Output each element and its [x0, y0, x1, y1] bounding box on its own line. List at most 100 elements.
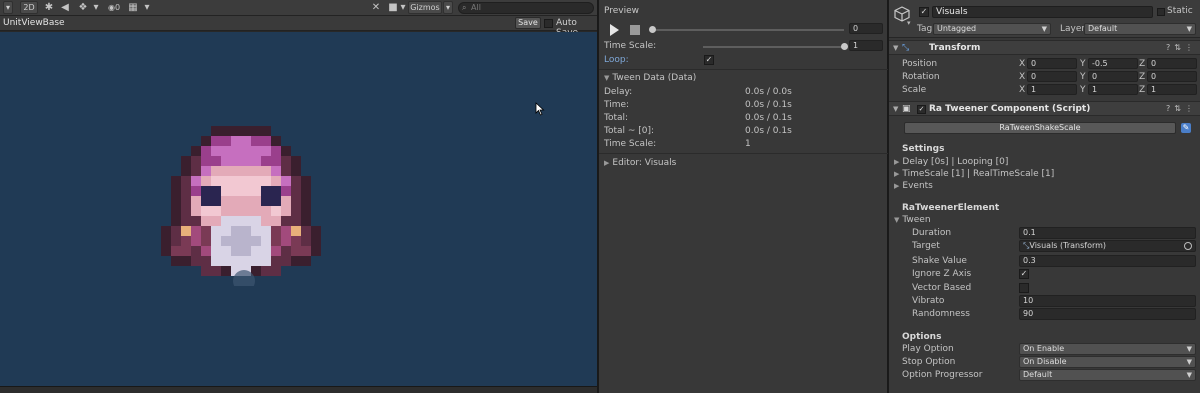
sprite-pixel [281, 236, 291, 246]
tag-dropdown[interactable]: Untagged ▼ [933, 23, 1051, 35]
position-y-field[interactable]: -0.5 [1088, 58, 1138, 69]
options-title: Options [902, 332, 942, 342]
scale-x-field[interactable]: 1 [1027, 84, 1077, 95]
shake-value-field[interactable]: 0.3 [1019, 255, 1196, 267]
sprite-pixel [181, 216, 191, 226]
transform-header[interactable]: ▼ ⤡ Transform ?⇅⋮ [889, 40, 1200, 55]
sprite-pixel [261, 226, 271, 236]
time-slider-track[interactable] [652, 29, 844, 31]
scene-menu-button[interactable]: ▾ [3, 1, 13, 14]
edit-pencil-icon[interactable]: ✎ [1181, 123, 1191, 133]
static-checkbox[interactable] [1157, 8, 1165, 16]
time-field[interactable]: 0 [849, 23, 883, 34]
target-field[interactable]: ⤡Visuals (Transform) [1019, 240, 1196, 252]
settings-delay-foldout[interactable]: ▶ Delay [0s] | Looping [0] [894, 157, 1008, 167]
scene-viewport[interactable] [0, 32, 597, 386]
gizmos-button[interactable]: Gizmos [408, 1, 442, 14]
sprite-pixel [271, 246, 281, 256]
autosave-checkbox[interactable] [544, 19, 553, 28]
preset-icon[interactable]: ⇅ [1174, 104, 1185, 113]
layer-dropdown[interactable]: Default ▼ [1084, 23, 1196, 35]
play-icon[interactable] [610, 24, 619, 36]
component-tools[interactable]: ?⇅⋮ [1166, 43, 1197, 52]
sprite-pixel [251, 226, 261, 236]
component-enabled-checkbox[interactable]: ✓ [917, 105, 926, 114]
sprite-pixel [211, 186, 221, 196]
tween-data-foldout[interactable]: ▼ Tween Data (Data) [604, 73, 696, 83]
grid-dropdown-icon[interactable]: ▾ [143, 2, 151, 14]
object-picker-icon[interactable] [1184, 242, 1192, 250]
grid-icon[interactable]: ▦ [127, 2, 139, 14]
time-slider-knob[interactable] [649, 26, 656, 33]
target-value: Visuals (Transform) [1029, 241, 1107, 250]
scale-z-field[interactable]: 1 [1147, 84, 1197, 95]
active-checkbox[interactable]: ✓ [919, 7, 929, 17]
timescale-field[interactable]: 1 [849, 40, 883, 51]
randomness-field[interactable]: 90 [1019, 308, 1196, 320]
effects-icon[interactable]: ❖ [77, 2, 89, 14]
timescale-slider-track[interactable] [703, 46, 844, 48]
loop-checkbox[interactable]: ✓ [704, 55, 714, 65]
speaker-icon[interactable]: ◀ [59, 2, 71, 14]
preset-icon[interactable]: ⇅ [1174, 43, 1185, 52]
settings-events-foldout[interactable]: ▶ Events [894, 181, 933, 191]
vector-based-checkbox[interactable] [1019, 283, 1029, 293]
stop-option-value: On Disable [1023, 357, 1067, 366]
option-progressor-value: Default [1023, 370, 1053, 379]
editor-foldout[interactable]: ▶ Editor: Visuals [604, 158, 676, 168]
option-progressor-dropdown[interactable]: Default ▼ [1019, 369, 1196, 381]
gameobject-dropdown-icon[interactable]: ▾ [907, 19, 911, 27]
stop-icon[interactable] [630, 25, 640, 35]
lightbulb-icon[interactable]: ✱ [43, 2, 55, 14]
more-icon[interactable]: ⋮ [1185, 43, 1197, 52]
rotation-y-field[interactable]: 0 [1088, 71, 1138, 82]
sprite-pixel [181, 246, 191, 256]
sprite-pixel [191, 216, 201, 226]
gameobject-name-field[interactable]: Visuals [932, 6, 1153, 18]
play-option-dropdown[interactable]: On Enable ▼ [1019, 343, 1196, 355]
vibrato-field[interactable]: 10 [1019, 295, 1196, 307]
tweener-component-header[interactable]: ▼ ▣ ✓ Ra Tweener Component (Script) ?⇅⋮ [889, 101, 1200, 116]
position-z-field[interactable]: 0 [1147, 58, 1197, 69]
sprite-pixel [251, 256, 261, 266]
ignore-z-checkbox[interactable]: ✓ [1019, 269, 1029, 279]
position-x-field[interactable]: 0 [1027, 58, 1077, 69]
divider [599, 69, 888, 70]
sprite-pixel [291, 246, 301, 256]
chevron-down-icon: ▼ [1041, 25, 1047, 33]
script-type-button[interactable]: RaTweenShakeScale [904, 122, 1176, 134]
save-button[interactable]: Save [515, 17, 541, 29]
stop-option-dropdown[interactable]: On Disable ▼ [1019, 356, 1196, 368]
gizmos-dropdown-button[interactable]: ▾ [443, 1, 453, 14]
data-timescale-value: 1 [745, 139, 751, 149]
axis-z-label: Z [1139, 59, 1146, 69]
sprite-pixel [171, 236, 181, 246]
rotation-z-field[interactable]: 0 [1147, 71, 1197, 82]
total-loop-label: Total ~ [0]: [604, 126, 655, 136]
element-title: RaTweenerElement [902, 203, 1000, 213]
vector-based-label: Vector Based [912, 283, 972, 293]
transform-title: Transform [929, 43, 981, 53]
duration-field[interactable]: 0.1 [1019, 227, 1196, 239]
settings-timescale-foldout[interactable]: ▶ TimeScale [1] | RealTimeScale [1] [894, 169, 1054, 179]
camera-icon[interactable]: ■ [387, 2, 399, 14]
effects-dropdown-icon[interactable]: ▾ [92, 2, 100, 14]
scene-search-input[interactable]: ⌕ All [458, 2, 594, 14]
sprite-pixel [181, 256, 191, 266]
timescale-slider-knob[interactable] [841, 43, 848, 50]
sprite-pixel [241, 216, 251, 226]
mode-2d-button[interactable]: 2D [20, 1, 38, 14]
tween-foldout[interactable]: ▼ Tween [894, 215, 931, 225]
sprite-pixel [241, 146, 251, 156]
rotation-x-field[interactable]: 0 [1027, 71, 1077, 82]
transform-icon: ⤡ [902, 43, 910, 53]
duration-label: Duration [912, 228, 952, 238]
tools-icon[interactable]: ✕ [370, 2, 382, 14]
camera-dropdown-icon[interactable]: ▾ [399, 2, 407, 14]
scale-y-field[interactable]: 1 [1088, 84, 1138, 95]
more-icon[interactable]: ⋮ [1185, 104, 1197, 113]
sprite-pixel [261, 266, 271, 276]
component-tools[interactable]: ?⇅⋮ [1166, 104, 1197, 113]
character-sprite[interactable] [161, 126, 321, 286]
hidden-objects-toggle[interactable]: ◉0 [104, 2, 124, 14]
